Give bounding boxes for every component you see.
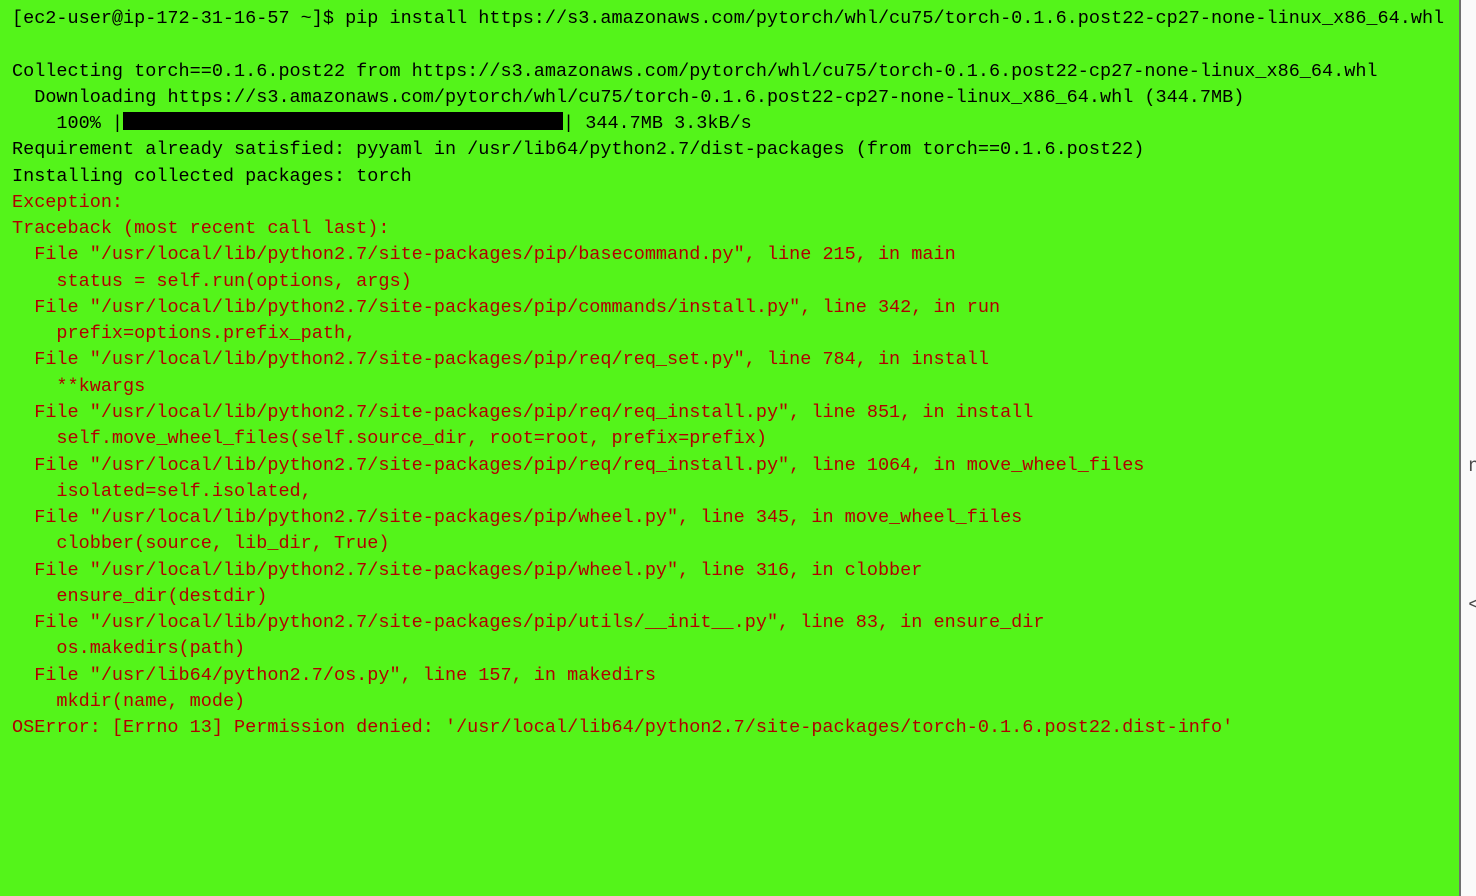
progress-prefix: 100% | [12, 113, 123, 134]
traceback-line: prefix=options.prefix_path, [12, 321, 1447, 347]
terminal-window[interactable]: [ec2-user@ip-172-31-16-57 ~]$ pip instal… [0, 0, 1461, 896]
traceback-line: clobber(source, lib_dir, True) [12, 531, 1447, 557]
terminal-line: Installing collected packages: torch [12, 164, 1447, 190]
progress-suffix: | 344.7MB 3.3kB/s [563, 113, 752, 134]
traceback-line: File "/usr/lib64/python2.7/os.py", line … [12, 663, 1447, 689]
traceback-line: File "/usr/local/lib/python2.7/site-pack… [12, 347, 1447, 373]
traceback-line: File "/usr/local/lib/python2.7/site-pack… [12, 558, 1447, 584]
traceback-line: status = self.run(options, args) [12, 269, 1447, 295]
traceback-line: ensure_dir(destdir) [12, 584, 1447, 610]
traceback-line: File "/usr/local/lib/python2.7/site-pack… [12, 505, 1447, 531]
traceback-line: File "/usr/local/lib/python2.7/site-pack… [12, 400, 1447, 426]
traceback-line: os.makedirs(path) [12, 636, 1447, 662]
shell-prompt: [ec2-user@ip-172-31-16-57 ~]$ [12, 8, 345, 29]
progress-bar [123, 112, 563, 130]
background-text: nu [1468, 453, 1476, 480]
terminal-line: Requirement already satisfied: pyyaml in… [12, 137, 1447, 163]
terminal-line: [ec2-user@ip-172-31-16-57 ~]$ pip instal… [12, 6, 1447, 32]
terminal-line: 100% | | 344.7MB 3.3kB/s [12, 111, 1447, 137]
traceback-line: File "/usr/local/lib/python2.7/site-pack… [12, 295, 1447, 321]
scrollbar-track[interactable] [1461, 0, 1476, 896]
traceback-header: Traceback (most recent call last): [12, 216, 1447, 242]
traceback-line: File "/usr/local/lib/python2.7/site-pack… [12, 453, 1447, 479]
exception-line: Exception: [12, 190, 1447, 216]
traceback-line: File "/usr/local/lib/python2.7/site-pack… [12, 610, 1447, 636]
traceback-line: mkdir(name, mode) [12, 689, 1447, 715]
terminal-line: Collecting torch==0.1.6.post22 from http… [12, 59, 1447, 85]
traceback-line: **kwargs [12, 374, 1447, 400]
traceback-line: self.move_wheel_files(self.source_dir, r… [12, 426, 1447, 452]
traceback-line: isolated=self.isolated, [12, 479, 1447, 505]
command-text: pip install https://s3.amazonaws.com/pyt… [345, 8, 1444, 29]
background-text: <m [1468, 592, 1476, 619]
oserror-line: OSError: [Errno 13] Permission denied: '… [12, 715, 1447, 741]
terminal-line: Downloading https://s3.amazonaws.com/pyt… [12, 85, 1447, 111]
traceback-line: File "/usr/local/lib/python2.7/site-pack… [12, 242, 1447, 268]
